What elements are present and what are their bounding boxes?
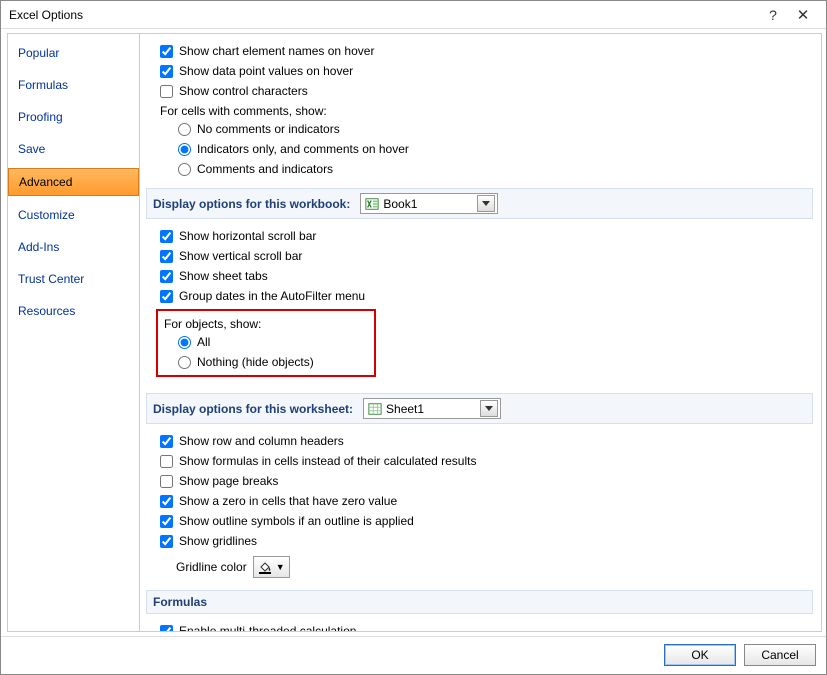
close-icon[interactable]: ✕ [788,6,818,24]
sidebar-item-formulas[interactable]: Formulas [8,72,139,98]
worksheet-dropdown[interactable]: Sheet1 [363,398,501,419]
radio-indicators-only[interactable] [178,143,191,156]
excel-sheet-icon [368,402,382,416]
chk-row-col-headers[interactable] [160,435,173,448]
sidebar-item-customize[interactable]: Customize [8,202,139,228]
lbl-datapoint-hover: Show data point values on hover [179,64,353,78]
chevron-down-icon[interactable] [477,195,495,212]
radio-comments-indicators[interactable] [178,163,191,176]
radio-objects-nothing[interactable] [178,356,191,369]
radio-objects-all[interactable] [178,336,191,349]
lbl-group-dates: Group dates in the AutoFilter menu [179,289,365,303]
chk-outline-symbols[interactable] [160,515,173,528]
footer: OK Cancel [1,637,826,673]
chk-multithread[interactable] [160,625,173,632]
section-formulas-title: Formulas [153,595,207,609]
sidebar-item-trustcenter[interactable]: Trust Center [8,266,139,292]
sidebar: Popular Formulas Proofing Save Advanced … [7,33,140,632]
chk-vscroll[interactable] [160,250,173,263]
lbl-gridlines: Show gridlines [179,534,257,548]
worksheet-dropdown-text: Sheet1 [386,402,476,416]
chk-page-breaks[interactable] [160,475,173,488]
highlight-objects: For objects, show: All Nothing (hide obj… [156,309,376,377]
chk-gridlines[interactable] [160,535,173,548]
lbl-formulas-in-cells: Show formulas in cells instead of their … [179,454,476,468]
lbl-comments-indicators: Comments and indicators [197,162,333,176]
lbl-indicators-only: Indicators only, and comments on hover [197,142,409,156]
window-title: Excel Options [9,8,83,22]
chk-group-dates[interactable] [160,290,173,303]
excel-workbook-icon [365,197,379,211]
help-icon[interactable]: ? [758,7,788,23]
lbl-multithread: Enable multi-threaded calculation [179,624,356,631]
lbl-no-comments: No comments or indicators [197,122,340,136]
gridline-color-button[interactable]: ▼ [253,556,290,578]
lbl-objects: For objects, show: [164,317,314,331]
chevron-down-icon: ▼ [276,562,285,572]
sidebar-item-addins[interactable]: Add-Ins [8,234,139,260]
paint-bucket-icon [258,560,272,574]
workbook-dropdown[interactable]: Book1 [360,193,498,214]
lbl-objects-all: All [197,335,210,349]
chevron-down-icon[interactable] [480,400,498,417]
section-formulas: Formulas [146,590,813,614]
cancel-button[interactable]: Cancel [744,644,816,666]
lbl-gridline-color: Gridline color [176,560,247,574]
lbl-outline-symbols: Show outline symbols if an outline is ap… [179,514,414,528]
ok-button[interactable]: OK [664,644,736,666]
chk-hscroll[interactable] [160,230,173,243]
section-workbook-title: Display options for this workbook: [153,197,350,211]
lbl-control-chars: Show control characters [179,84,308,98]
chk-chart-hover[interactable] [160,45,173,58]
chk-formulas-in-cells[interactable] [160,455,173,468]
lbl-sheet-tabs: Show sheet tabs [179,269,268,283]
options-scroll[interactable]: Show chart element names on hover Show d… [140,34,821,631]
lbl-vscroll: Show vertical scroll bar [179,249,302,263]
sidebar-item-resources[interactable]: Resources [8,298,139,324]
sidebar-item-advanced[interactable]: Advanced [8,168,139,196]
lbl-page-breaks: Show page breaks [179,474,278,488]
chk-control-chars[interactable] [160,85,173,98]
main-panel: Show chart element names on hover Show d… [140,33,822,632]
sidebar-item-proofing[interactable]: Proofing [8,104,139,130]
lbl-hscroll: Show horizontal scroll bar [179,229,316,243]
sidebar-item-popular[interactable]: Popular [8,40,139,66]
lbl-objects-nothing: Nothing (hide objects) [197,355,314,369]
titlebar: Excel Options ? ✕ [1,1,826,29]
lbl-zero-value: Show a zero in cells that have zero valu… [179,494,397,508]
radio-no-comments[interactable] [178,123,191,136]
lbl-cells-comments: For cells with comments, show: [160,104,813,118]
lbl-row-col-headers: Show row and column headers [179,434,344,448]
chk-datapoint-hover[interactable] [160,65,173,78]
lbl-chart-hover: Show chart element names on hover [179,44,374,58]
section-worksheet: Display options for this worksheet: Shee… [146,393,813,424]
gridline-color-picker: Gridline color ▼ [176,556,290,578]
section-worksheet-title: Display options for this worksheet: [153,402,353,416]
chk-zero-value[interactable] [160,495,173,508]
sidebar-item-save[interactable]: Save [8,136,139,162]
workbook-dropdown-text: Book1 [383,197,473,211]
section-workbook: Display options for this workbook: Book1 [146,188,813,219]
chk-sheet-tabs[interactable] [160,270,173,283]
